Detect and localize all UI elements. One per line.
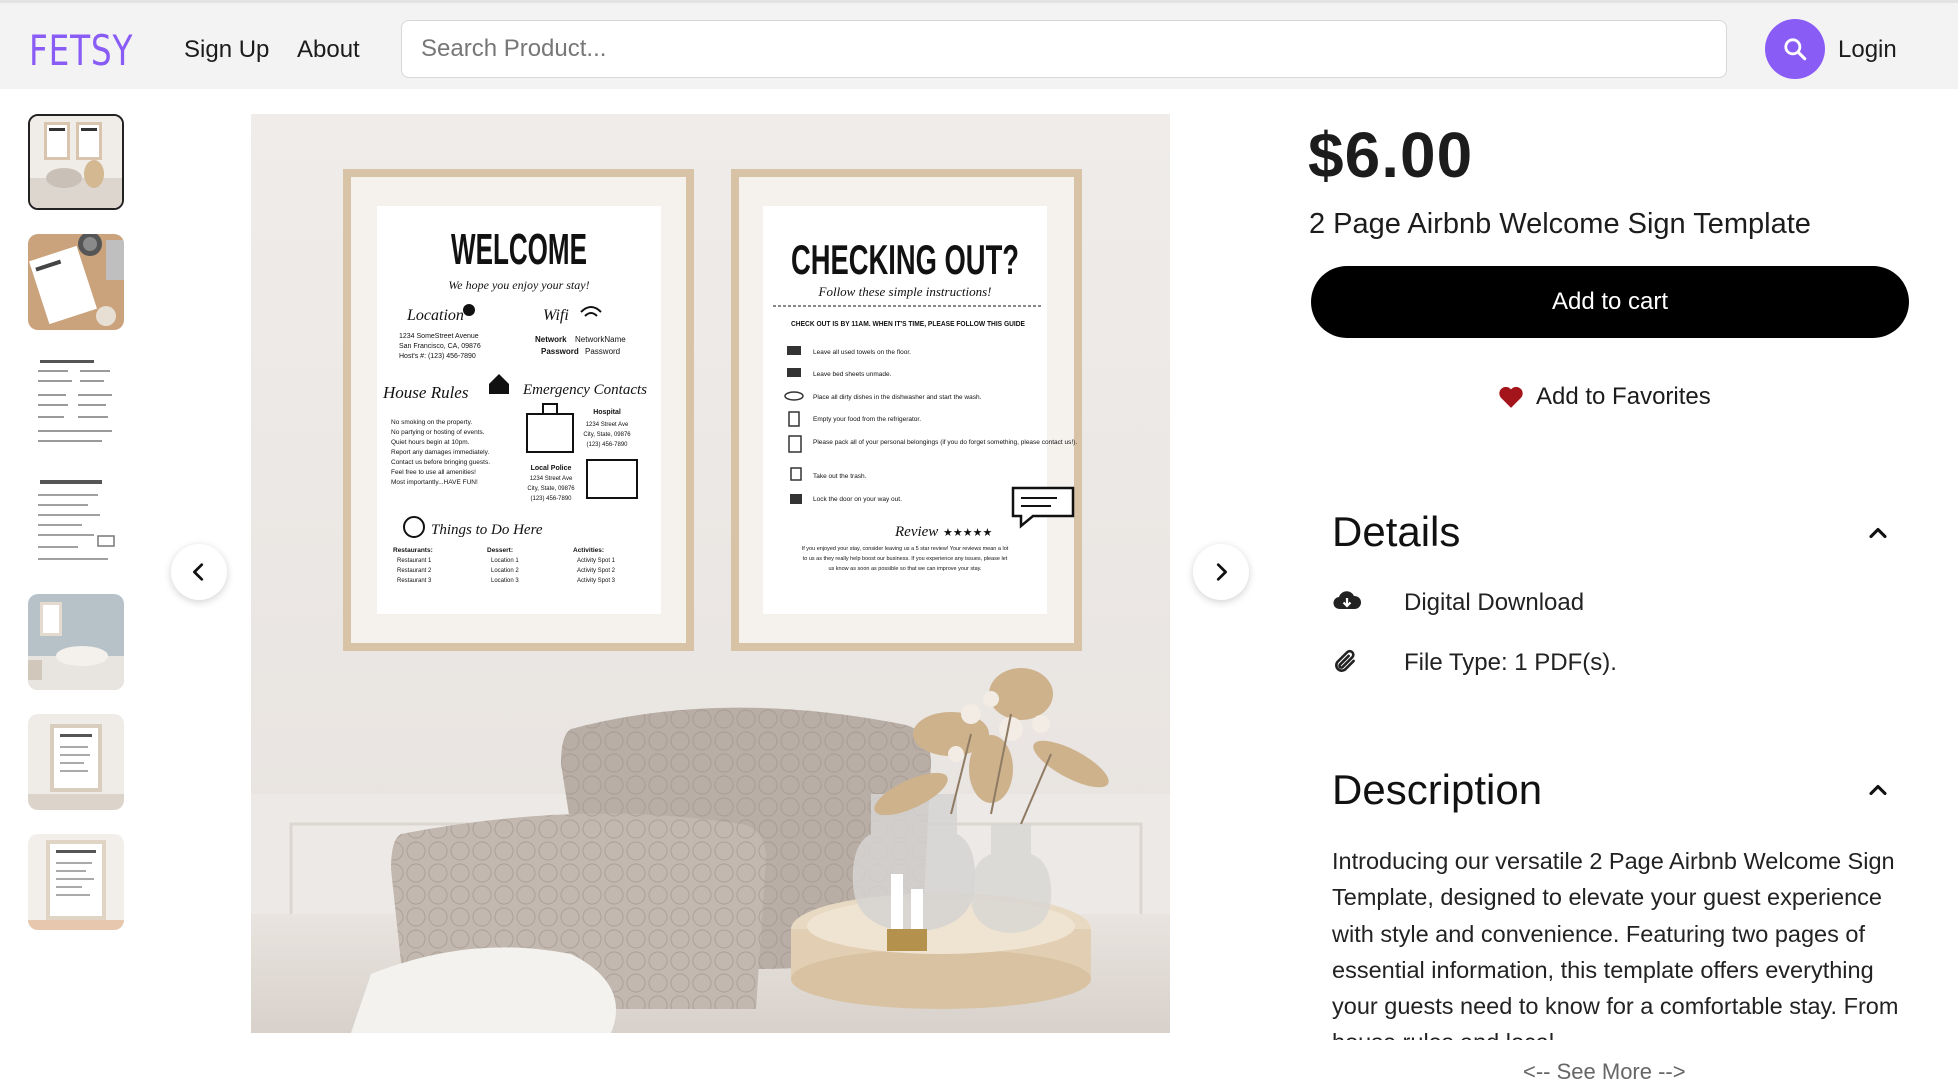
todo-col-2-title: Dessert: xyxy=(487,547,513,554)
detail-row-filetype xyxy=(1332,649,1358,675)
todo-col-2-item-3: Location 3 xyxy=(491,578,519,584)
checkout-step-7: Lock the door on your way out. xyxy=(813,496,902,503)
todo-col-3-item-1: Activity Spot 1 xyxy=(577,558,616,564)
chevron-right-icon xyxy=(1216,563,1227,581)
police-line-2: City, State, 09876 xyxy=(527,486,575,492)
house-rule-2: No partying or hosting of events. xyxy=(391,429,485,436)
emergency-label: Emergency Contacts xyxy=(522,382,647,398)
thumbnail-2[interactable] xyxy=(28,234,124,330)
details-collapse-icon[interactable] xyxy=(1864,519,1892,547)
location-line-2: San Francisco, CA, 09876 xyxy=(399,343,481,350)
todo-col-3-title: Activities: xyxy=(573,547,604,554)
review-line-2: to us as they really help boost our busi… xyxy=(803,556,1008,562)
signup-link[interactable]: Sign Up xyxy=(184,36,269,64)
top-navbar: FETSY Sign Up About Login xyxy=(0,0,1958,89)
prev-image-button[interactable] xyxy=(171,544,227,600)
checkout-step-6: Take out the trash. xyxy=(813,473,867,480)
thumbnail-4[interactable] xyxy=(28,474,124,570)
hospital-label: Hospital xyxy=(593,409,621,416)
thumbnail-6[interactable] xyxy=(28,714,124,810)
todo-col-3-item-2: Activity Spot 2 xyxy=(577,568,616,574)
checkout-step-2: Leave bed sheets unmade. xyxy=(813,371,892,378)
search-icon xyxy=(1784,38,1807,61)
checkout-step-1: Leave all used towels on the floor. xyxy=(813,349,911,356)
house-rule-1: No smoking on the property. xyxy=(391,419,472,426)
location-line-1: 1234 SomeStreet Avenue xyxy=(399,333,479,340)
network-key: Network xyxy=(535,335,567,344)
hospital-line-2: City, State, 09876 xyxy=(583,432,631,438)
network-value: NetworkName xyxy=(575,335,626,344)
checkout-step-5: Please pack all of your personal belongi… xyxy=(813,439,1077,446)
detail-filetype-text: File Type: 1 PDF(s). xyxy=(1404,649,1617,676)
checkout-heading: CHECKING OUT? xyxy=(791,236,1019,283)
house-rule-3: Quiet hours begin at 10pm. xyxy=(391,439,470,446)
details-heading[interactable]: Details xyxy=(1332,508,1460,556)
checkout-step-3: Place all dirty dishes in the dishwasher… xyxy=(813,394,982,401)
wifi-label: Wifi xyxy=(543,307,569,324)
todo-label: Things to Do Here xyxy=(431,522,543,538)
todo-col-1-title: Restaurants: xyxy=(393,547,433,554)
paperclip-icon xyxy=(1335,649,1355,672)
add-to-cart-button[interactable]: Add to cart xyxy=(1311,266,1909,338)
todo-col-3-item-3: Activity Spot 3 xyxy=(577,578,616,584)
description-text: Introducing our versatile 2 Page Airbnb … xyxy=(1332,848,1899,1040)
hospital-line-1: 1234 Street Ave xyxy=(586,422,629,428)
house-rule-5: Contact us before bringing guests. xyxy=(391,459,490,466)
add-to-favorites-button[interactable]: Add to Favorites xyxy=(1498,383,1711,411)
thumbnail-3[interactable] xyxy=(28,354,124,450)
favorites-label: Add to Favorites xyxy=(1536,383,1711,410)
hospital-line-3: (123) 456-7890 xyxy=(586,442,628,448)
logo[interactable]: FETSY xyxy=(29,29,133,73)
police-line-1: 1234 Street Ave xyxy=(530,476,573,482)
location-line-3: Host's #: (123) 456-7890 xyxy=(399,353,476,360)
review-stars: ★★★★★ xyxy=(943,527,992,539)
password-key: Password xyxy=(541,347,579,356)
todo-col-2-item-1: Location 1 xyxy=(491,558,519,564)
about-link[interactable]: About xyxy=(297,36,360,64)
todo-col-1-item-2: Restaurant 2 xyxy=(397,568,432,574)
welcome-tagline: We hope you enjoy your stay! xyxy=(448,278,589,292)
review-label: Review xyxy=(894,524,938,540)
checkout-tagline: Follow these simple instructions! xyxy=(818,284,992,299)
description-heading[interactable]: Description xyxy=(1332,766,1542,814)
product-title: 2 Page Airbnb Welcome Sign Template xyxy=(1309,208,1811,240)
login-link[interactable]: Login xyxy=(1838,36,1897,64)
review-line-3: us know as soon as possible so that we c… xyxy=(828,566,982,572)
heart-icon xyxy=(1499,386,1523,408)
house-rule-4: Report any damages immediately. xyxy=(391,449,489,456)
thumbnail-7[interactable] xyxy=(28,834,124,930)
thumbnail-5[interactable] xyxy=(28,594,124,690)
description-collapse-icon[interactable] xyxy=(1864,776,1892,804)
location-label: Location xyxy=(406,307,464,324)
product-price: $6.00 xyxy=(1308,119,1474,191)
todo-col-1-item-1: Restaurant 1 xyxy=(397,558,432,564)
detail-download-text: Digital Download xyxy=(1404,589,1585,616)
password-value: Password xyxy=(585,347,620,356)
next-image-button[interactable] xyxy=(1193,544,1249,600)
police-label: Local Police xyxy=(531,465,572,472)
house-rules-label: House Rules xyxy=(382,383,469,402)
house-rule-7: Most importantly...HAVE FUN! xyxy=(391,479,478,486)
todo-col-1-item-3: Restaurant 3 xyxy=(397,578,432,584)
main-product-image: WELCOME We hope you enjoy your stay! Loc… xyxy=(251,114,1170,1033)
search-button[interactable] xyxy=(1765,19,1825,79)
welcome-heading: WELCOME xyxy=(451,225,587,274)
cloud-download-icon xyxy=(1333,591,1362,610)
chevron-left-icon xyxy=(193,563,204,581)
house-rule-6: Feel free to use all amenities! xyxy=(391,469,476,476)
see-more-link[interactable]: <-- See More --> xyxy=(1523,1059,1686,1085)
police-line-3: (123) 456-7890 xyxy=(530,496,572,502)
thumbnail-1[interactable] xyxy=(28,114,124,210)
todo-col-2-item-2: Location 2 xyxy=(491,568,519,574)
checkout-guide: CHECK OUT IS BY 11AM. WHEN IT'S TIME, PL… xyxy=(791,319,1025,328)
search-input[interactable] xyxy=(401,20,1727,78)
review-line-1: If you enjoyed your stay, consider leavi… xyxy=(802,546,1009,552)
checkout-step-4: Empty your food from the refrigerator. xyxy=(813,416,921,423)
detail-row-download xyxy=(1332,588,1362,614)
